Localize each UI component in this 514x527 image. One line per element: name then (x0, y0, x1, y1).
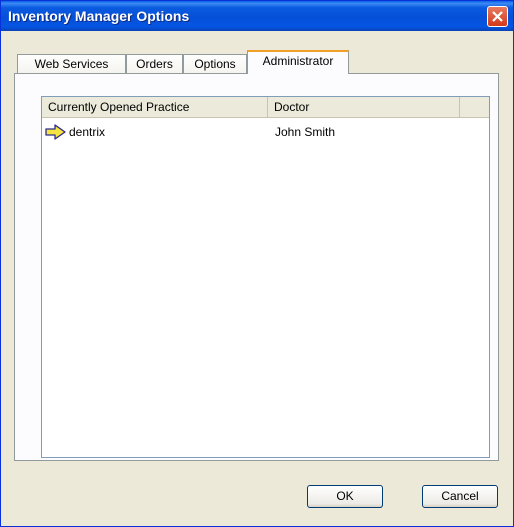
close-button[interactable] (487, 6, 508, 27)
listview-header: Currently Opened Practice Doctor (42, 97, 489, 118)
tab-administrator[interactable]: Administrator (247, 50, 349, 74)
list-item[interactable]: dentrix John Smith (42, 123, 489, 141)
practice-listview[interactable]: Currently Opened Practice Doctor dentrix… (41, 96, 490, 458)
column-header-practice[interactable]: Currently Opened Practice (42, 97, 268, 117)
ok-button[interactable]: OK (307, 485, 383, 508)
practice-name: dentrix (69, 125, 106, 139)
arrow-right-icon (45, 124, 67, 143)
title-bar[interactable]: Inventory Manager Options (1, 1, 513, 31)
options-dialog: Inventory Manager Options Web Services O… (0, 0, 514, 527)
tab-orders[interactable]: Orders (126, 54, 183, 74)
doctor-name: John Smith (275, 125, 336, 139)
tab-options[interactable]: Options (183, 54, 247, 74)
column-header-doctor[interactable]: Doctor (268, 97, 460, 117)
cancel-button[interactable]: Cancel (422, 485, 498, 508)
tab-web-services[interactable]: Web Services (17, 54, 126, 74)
window-title: Inventory Manager Options (8, 8, 190, 24)
close-icon (492, 11, 503, 22)
